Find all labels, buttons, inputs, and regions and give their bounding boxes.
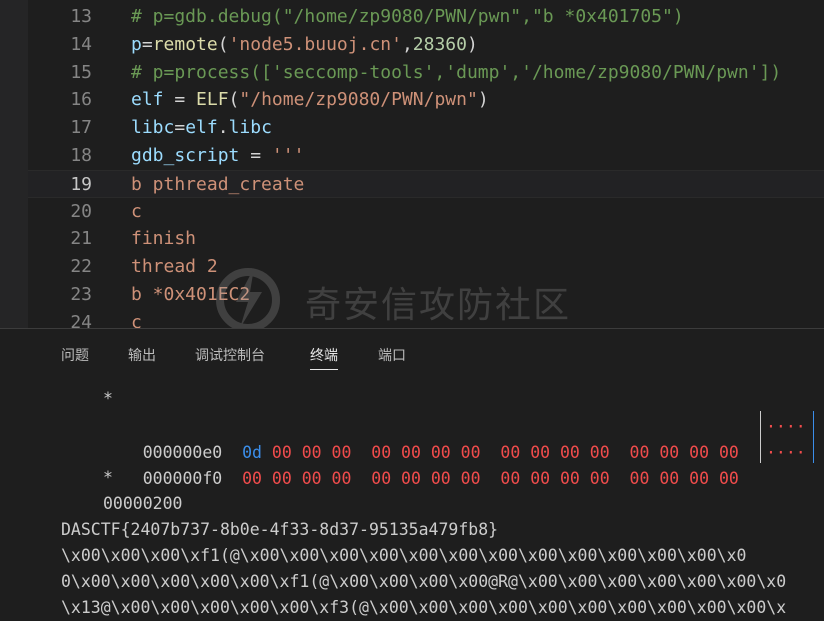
line-number: 15 [70,61,92,83]
tab-output[interactable]: 输出 [128,345,156,365]
line-number: 23 [70,284,92,305]
code-line[interactable]: 18 gdb_script = ''' [28,142,824,170]
hex-ascii: ···· [766,417,806,436]
code-token: ''' [271,145,305,166]
code-token: c [131,200,142,222]
tab-terminal[interactable]: 终端 [310,345,338,370]
code-token: ) [477,89,489,111]
line-number: 13 [70,6,92,27]
code-token: libc [228,117,272,139]
code-line[interactable]: 17 libc=elf.libc [28,114,824,142]
code-token: ( [217,33,229,55]
code-token: c [131,311,142,328]
code-text: gdb_script = ''' [131,142,304,170]
code-token: b pthread_create [131,173,305,195]
code-text: # p=gdb.debug("/home/zp9080/PWN/pwn","b … [131,3,684,31]
line-number: 24 [70,311,92,328]
code-line[interactable]: 15 # p=process(['seccomp-tools','dump','/… [28,59,824,87]
hex-address: 000000f0 [142,469,223,488]
code-token: # p=process(['seccomp-tools','dump','/ho… [131,61,782,83]
code-token: ELF [196,89,229,111]
code-token: ( [228,89,240,111]
flag-output: DASCTF{2407b737-8b0e-4f33-8d37-95135a479… [61,520,499,539]
line-number: 18 [70,145,92,166]
code-text: c [131,198,142,226]
code-line[interactable]: 14 p=remote('node5.buuoj.cn',28360) [28,31,824,59]
activity-bar-strip [0,0,28,328]
line-number: 14 [70,33,92,55]
dump-line: \x00\x00\x00\xf1(@\x00\x00\x00\x00\x00\x… [61,546,747,565]
code-text: finish [131,225,196,253]
code-token: , [401,33,413,55]
code-text: p=remote('node5.buuoj.cn',28360) [131,31,478,59]
terminal-star-line: * [103,389,113,408]
code-token: . [217,117,229,139]
line-number: 20 [70,200,92,222]
hex-row: 000000e0 0d 00 00 00 00 00 00 00 00 00 0… [103,414,739,462]
code-token: = [239,145,272,166]
panel-tabs: 问题 输出 调试控制台 终端 端口 [0,329,824,373]
line-number: 22 [70,256,92,278]
code-token: 'node5.buuoj.cn' [228,33,402,55]
hex-end-address: 00000200 [103,494,183,513]
code-token: remote [152,33,218,55]
watermark: 奇安信攻防社区 [210,262,630,332]
code-token: gdb_script [131,145,240,166]
line-number: 17 [70,117,92,139]
code-line[interactable]: 13 # p=gdb.debug("/home/zp9080/PWN/pwn","… [28,3,824,31]
code-text: elf = ELF("/home/zp9080/PWN/pwn") [131,86,489,114]
tab-ports[interactable]: 端口 [378,345,406,365]
code-token: = [141,33,153,55]
code-text: thread 2 [131,253,218,281]
watermark-text: 奇安信攻防社区 [305,285,572,326]
code-token: = [174,117,186,139]
code-token: libc [131,117,175,139]
tab-problems[interactable]: 问题 [61,345,89,365]
code-text: libc=elf.libc [131,114,272,142]
code-text: c [131,309,142,328]
code-token: # p=gdb.debug("/home/zp9080/PWN/pwn","b … [131,6,684,27]
code-token: 28360 [412,33,467,55]
code-token: ) [466,33,478,55]
line-number: 19 [70,173,92,195]
code-line[interactable]: 20 c [28,198,824,226]
watermark-logo-icon [216,268,280,332]
hex-row: 000000f0 00 00 00 00 00 00 00 00 00 00 0… [103,440,739,488]
hex-bytes: 00 00 00 00 00 00 00 00 00 00 00 00 00 0… [261,469,739,488]
code-token: thread 2 [131,256,218,278]
hex-byte-first: 00 [242,469,262,488]
tab-debug-console[interactable]: 调试控制台 [195,345,265,365]
code-line[interactable]: 19 b pthread_create [28,169,824,199]
line-number: 16 [70,89,92,111]
code-line[interactable]: 21 finish [28,225,824,253]
code-token: = [163,89,197,111]
hex-ascii: ···· [766,443,806,462]
code-token: elf [131,89,164,111]
code-token: finish [131,228,197,250]
code-text: # p=process(['seccomp-tools','dump','/ho… [131,59,781,87]
line-number: 21 [70,228,92,250]
dump-line: 0\x00\x00\x00\x00\x00\xf1(@\x00\x00\x00\… [61,572,787,591]
code-token: elf [185,117,218,139]
code-token: p [131,33,142,55]
code-token: "/home/zp9080/PWN/pwn" [239,89,478,111]
code-line[interactable]: 16 elf = ELF("/home/zp9080/PWN/pwn") [28,86,824,114]
code-text: b pthread_create [131,171,304,199]
terminal-star-line: * [103,468,113,487]
dump-line: \x13@\x00\x00\x00\x00\x00\xf3(@\x00\x00\… [61,598,787,617]
